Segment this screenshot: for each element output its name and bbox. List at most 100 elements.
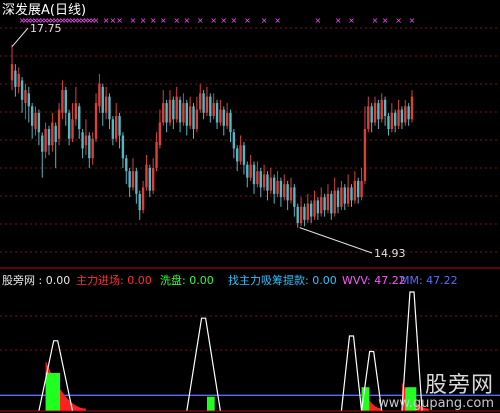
candle-body — [101, 86, 104, 113]
signal-marker: × — [348, 16, 355, 25]
signal-marker: × — [274, 16, 281, 25]
candle-body — [148, 167, 152, 191]
candle-body — [283, 184, 286, 198]
candle-body — [407, 106, 410, 120]
candle-body — [363, 129, 367, 181]
candle-body — [54, 125, 57, 142]
candle-body — [128, 171, 131, 188]
signal-marker: × — [395, 16, 402, 25]
candle-body — [158, 122, 162, 146]
signal-marker: × — [103, 16, 110, 25]
candle-body — [346, 187, 350, 204]
candle-body — [182, 103, 185, 123]
candle-body — [67, 112, 71, 139]
candle-body — [81, 132, 84, 149]
signal-marker: × — [116, 16, 123, 25]
candlestick-series — [10, 44, 414, 228]
candle-body — [135, 171, 138, 194]
candle-body — [88, 135, 91, 159]
legend-item: 洗盘: 0.00 — [160, 273, 214, 287]
candle-body — [357, 180, 360, 198]
candle-body — [94, 103, 98, 139]
candle-body — [367, 106, 370, 130]
candle-body — [330, 193, 333, 214]
candle-body — [78, 106, 81, 130]
candle-body — [165, 103, 168, 123]
legend-item: MM: 47.22 — [400, 274, 458, 287]
candle-body — [24, 90, 27, 104]
candle-body — [404, 106, 407, 123]
candle-body — [377, 103, 380, 120]
candle-body — [303, 206, 306, 220]
candle-body — [64, 90, 67, 113]
candle-body — [104, 96, 108, 113]
candle-body — [125, 158, 128, 172]
low-price-label: 14.93 — [374, 247, 406, 260]
candle-body — [336, 190, 340, 207]
candle-body — [383, 99, 387, 117]
green-fill — [45, 372, 61, 411]
signal-marker: × — [109, 16, 116, 25]
candle-body — [41, 135, 44, 152]
candle-body — [380, 99, 383, 120]
grid-lines — [0, 27, 500, 351]
high-arrow — [11, 27, 29, 48]
candle-body — [353, 180, 357, 201]
candle-body — [286, 184, 289, 201]
signal-marker: × — [210, 16, 217, 25]
indicator-legend: 股旁网 : 0.00 主力进场: 0.00 洗盘: 0.00 找主力吸筹提款: 0.0… — [2, 273, 458, 287]
candle-body — [57, 109, 61, 139]
low-arrow — [299, 227, 373, 254]
candle-body — [239, 145, 242, 162]
candle-body — [209, 96, 212, 117]
candle-body — [131, 171, 135, 188]
candle-body — [256, 171, 259, 185]
candle-body — [37, 112, 41, 133]
candle-body — [269, 177, 273, 191]
candle-body — [155, 142, 158, 168]
candle-body — [185, 103, 188, 126]
candle-body — [141, 187, 145, 211]
signal-marker: × — [244, 16, 251, 25]
candle-body — [192, 106, 195, 130]
indicator-peak — [186, 317, 221, 412]
candle-body — [178, 99, 182, 123]
candle-body — [51, 122, 54, 146]
candle-body — [360, 180, 363, 198]
candle-body — [195, 109, 199, 130]
indicator-peak — [340, 335, 363, 412]
candle-body — [121, 135, 125, 159]
candle-body — [27, 93, 31, 107]
candle-body — [279, 180, 283, 198]
signal-marker: × — [372, 16, 379, 25]
candle-body — [118, 116, 121, 136]
candle-body — [61, 90, 64, 113]
green-fill — [206, 396, 215, 411]
legend-item: WVV: 47.22 — [342, 274, 406, 287]
candle-body — [323, 197, 326, 211]
candle-body — [299, 206, 303, 224]
candle-body — [266, 174, 269, 191]
candle-body — [151, 167, 155, 191]
candle-body — [272, 177, 276, 194]
watermark: 股旁网 www.gupang.com — [378, 374, 494, 411]
signal-marker: × — [382, 16, 389, 25]
candle-body — [202, 93, 205, 113]
candle-body — [111, 119, 115, 139]
signal-marker: × — [140, 16, 147, 25]
candle-body — [84, 135, 88, 146]
candle-body — [320, 197, 323, 214]
candle-body — [252, 164, 256, 185]
signal-marker: × — [261, 16, 268, 25]
candle-body — [296, 206, 299, 224]
candle-body — [17, 73, 20, 87]
candle-body — [168, 99, 172, 123]
candle-body — [34, 112, 37, 130]
chart-canvas: ××××××××××××××××××××××× × × × × × × × × × × × × × × × × ×… — [0, 2, 500, 412]
high-price-label: 17.75 — [30, 22, 62, 35]
candle-body — [313, 200, 316, 217]
candle-body — [316, 200, 320, 214]
legend-item: 主力进场: 0.00 — [76, 273, 152, 287]
candle-body — [370, 106, 373, 123]
candle-body — [343, 187, 346, 204]
